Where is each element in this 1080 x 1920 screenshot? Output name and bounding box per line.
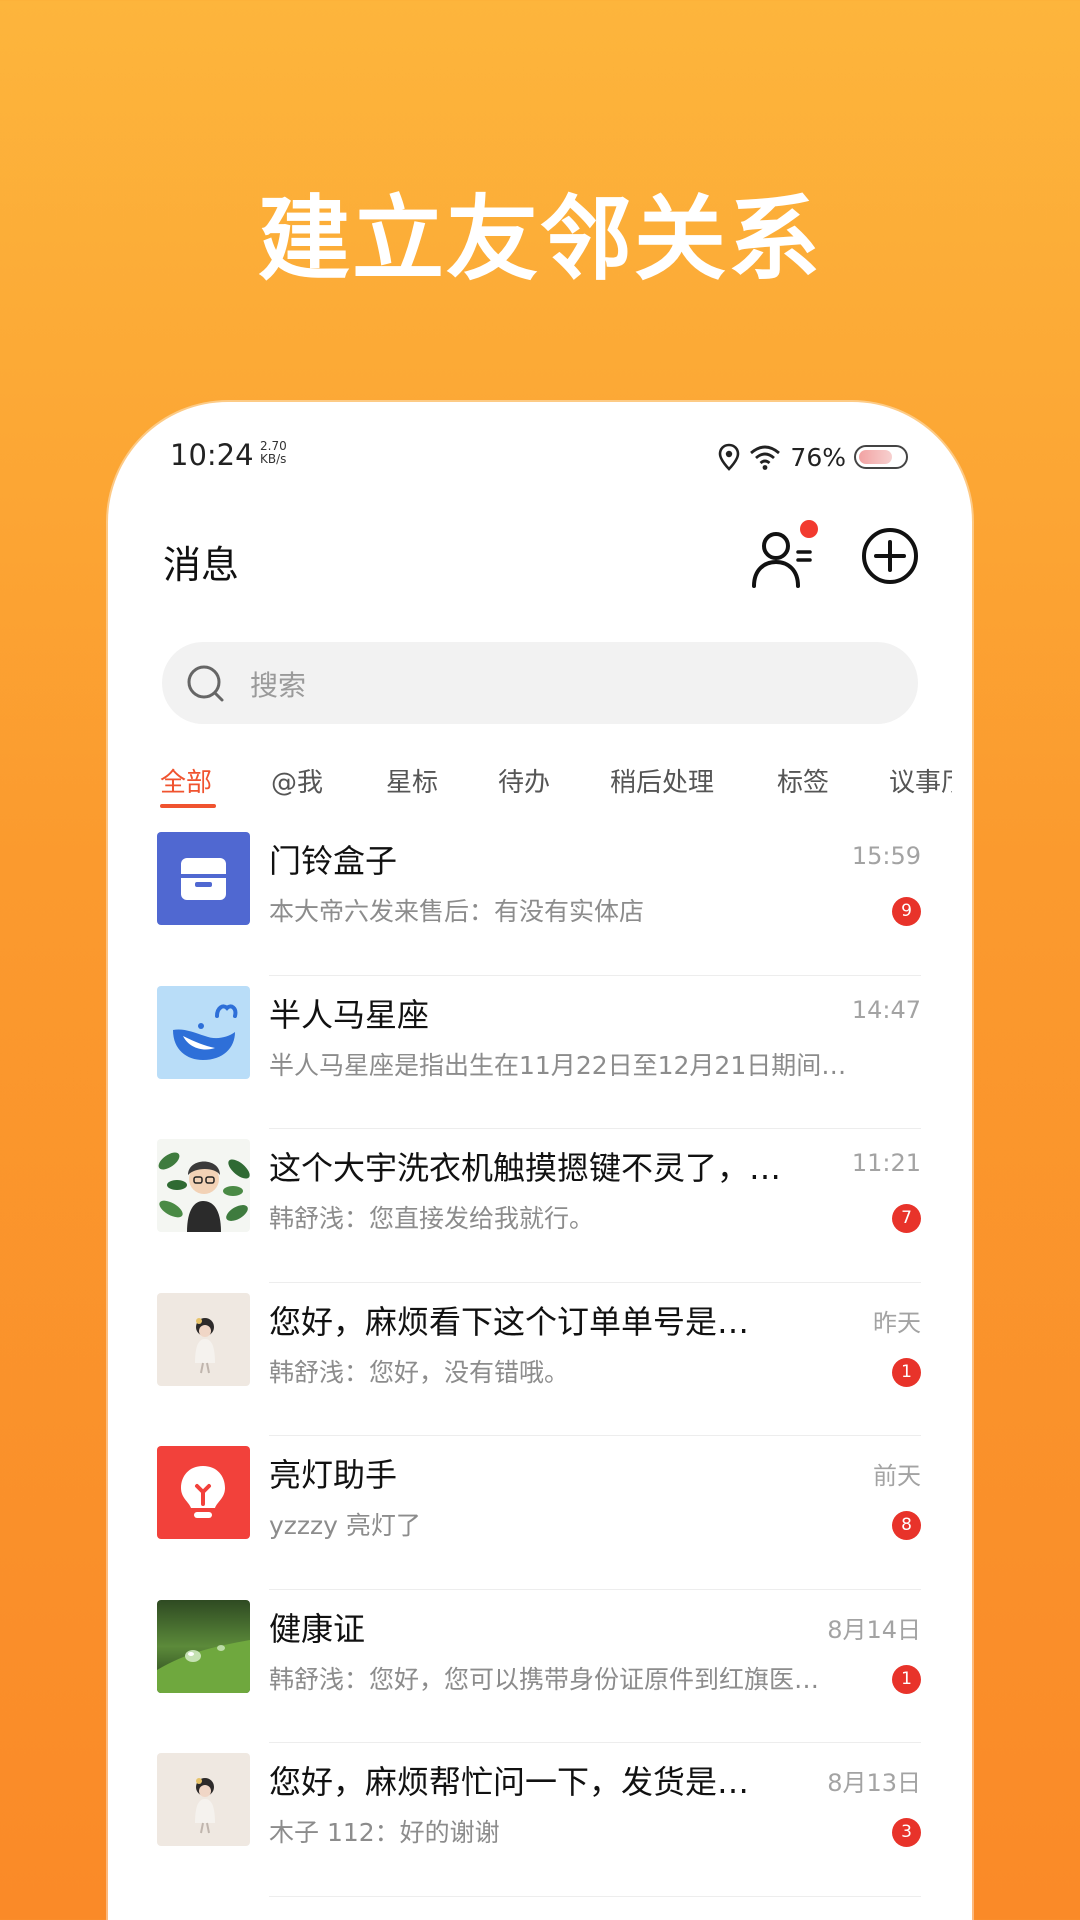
phone-frame: 10:24 2.70 KB/s 76% 消息 搜索 全部 @我 星标 待办 稍后… xyxy=(108,402,972,1920)
active-tab-indicator xyxy=(160,804,216,808)
unread-badge: 9 xyxy=(892,897,921,926)
battery-icon xyxy=(854,445,908,469)
message-title: 亮灯助手 xyxy=(269,1456,398,1494)
status-indicators: 76% xyxy=(718,442,908,472)
unread-badge: 8 xyxy=(892,1511,921,1540)
message-title: 您好，麻烦看下这个订单单号是… xyxy=(269,1302,750,1341)
tab-all[interactable]: 全部 xyxy=(160,762,212,799)
whale-icon xyxy=(173,1003,238,1060)
box-icon xyxy=(181,858,226,900)
message-preview: 半人马星座是指出生在11月22日至12月21日期间… xyxy=(269,1050,847,1080)
tab-todo[interactable]: 待办 xyxy=(498,762,550,799)
notification-dot xyxy=(800,520,818,538)
list-item[interactable]: 这个大宇洗衣机触摸摁键不灵了，… 11:21 韩舒浅：您直接发给我就行。 7 xyxy=(128,1129,952,1283)
search-input[interactable]: 搜索 xyxy=(162,642,918,724)
message-title: 您好，麻烦帮忙问一下，发货是… xyxy=(269,1763,750,1801)
phone-screen: 10:24 2.70 KB/s 76% 消息 搜索 全部 @我 星标 待办 稍后… xyxy=(128,422,952,1920)
page-title: 消息 xyxy=(163,543,240,587)
divider xyxy=(269,1895,921,1897)
tab-mentions[interactable]: @我 xyxy=(271,762,323,799)
avatar xyxy=(157,1753,250,1846)
girl-photo xyxy=(195,1317,215,1373)
leaf-photo xyxy=(157,1639,250,1693)
list-item[interactable]: 您好，麻烦帮忙问一下，发货是… 8月13日 木子 112：好的谢谢 3 xyxy=(128,1743,952,1897)
message-preview: 韩舒浅：您好，没有错哦。 xyxy=(269,1357,570,1387)
list-item[interactable]: 健康证 8月14日 韩舒浅：您好，您可以携带身份证原件到红旗医… 1 xyxy=(128,1590,952,1743)
girl-photo xyxy=(195,1778,215,1834)
status-time: 10:24 xyxy=(170,438,254,472)
status-bar: 10:24 2.70 KB/s 76% xyxy=(128,422,952,492)
tab-later[interactable]: 稍后处理 xyxy=(610,762,714,799)
avatar xyxy=(157,832,250,925)
message-title: 健康证 xyxy=(269,1609,366,1648)
avatar xyxy=(157,985,250,1079)
tab-council[interactable]: 议事厅 xyxy=(889,762,952,799)
avatar xyxy=(157,1139,250,1232)
message-preview: 本大帝六发来售后：有没有实体店 xyxy=(269,897,645,926)
list-item[interactable]: 亮灯助手 前天 yzzzy 亮灯了 8 xyxy=(128,1436,952,1590)
unread-badge: 1 xyxy=(892,1664,921,1694)
message-preview: 韩舒浅：您好，您可以携带身份证原件到红旗医… xyxy=(269,1664,820,1694)
message-time: 前天 xyxy=(873,1462,921,1490)
message-title: 半人马星座 xyxy=(269,995,430,1034)
avatar xyxy=(157,1292,250,1386)
list-item[interactable]: 半人马星座 14:47 半人马星座是指出生在11月22日至12月21日期间… xyxy=(128,976,952,1129)
message-time: 11:21 xyxy=(851,1149,921,1177)
message-title: 这个大宇洗衣机触摸摁键不灵了，… xyxy=(269,1149,782,1187)
tab-tags[interactable]: 标签 xyxy=(777,762,829,799)
wifi-icon xyxy=(750,445,781,470)
message-time: 8月14日 xyxy=(827,1615,921,1644)
battery-percent: 76% xyxy=(790,442,846,472)
location-icon xyxy=(719,443,740,471)
search-icon xyxy=(187,665,224,702)
tab-starred[interactable]: 星标 xyxy=(386,762,438,799)
list-item[interactable]: 门铃盒子 15:59 本大帝六发来售后：有没有实体店 9 xyxy=(128,822,952,976)
message-title: 门铃盒子 xyxy=(269,842,398,880)
message-time: 14:47 xyxy=(851,995,921,1024)
headline: 建立友邻关系 xyxy=(257,186,822,293)
message-list: 门铃盒子 15:59 本大帝六发来售后：有没有实体店 9 半人马星座 14:47 xyxy=(128,822,952,1897)
app-header: 消息 xyxy=(128,512,952,602)
message-preview: 韩舒浅：您直接发给我就行。 xyxy=(269,1204,595,1233)
message-time: 昨天 xyxy=(873,1308,921,1337)
list-item[interactable]: 您好，麻烦看下这个订单单号是… 昨天 韩舒浅：您好，没有错哦。 1 xyxy=(128,1283,952,1436)
add-icon[interactable] xyxy=(858,524,922,588)
bulb-icon xyxy=(181,1466,225,1518)
search-placeholder: 搜索 xyxy=(250,669,307,702)
avatar xyxy=(157,1446,250,1539)
message-time: 8月13日 xyxy=(827,1769,921,1797)
unread-badge: 1 xyxy=(892,1357,921,1387)
message-time: 15:59 xyxy=(851,842,921,870)
message-preview: 木子 112：好的谢谢 xyxy=(269,1818,500,1847)
person-photo xyxy=(158,1152,250,1232)
avatar xyxy=(157,1599,250,1693)
unread-badge: 7 xyxy=(892,1204,921,1233)
message-preview: yzzzy 亮灯了 xyxy=(269,1511,421,1540)
unread-badge: 3 xyxy=(892,1818,921,1847)
filter-tabs: 全部 @我 星标 待办 稍后处理 标签 议事厅 xyxy=(128,742,952,812)
network-speed: 2.70 KB/s xyxy=(260,439,287,466)
